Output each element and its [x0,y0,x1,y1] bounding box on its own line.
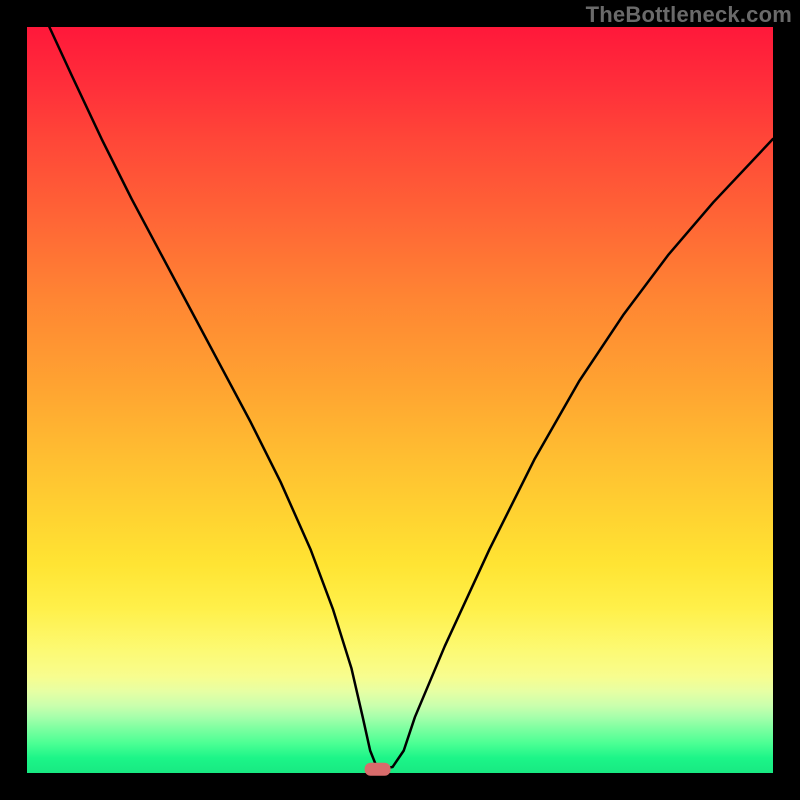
optimum-marker [365,763,391,776]
bottleneck-curve [49,27,773,769]
watermark-text: TheBottleneck.com [586,2,792,28]
plot-area [27,27,773,773]
bottleneck-curve-svg [27,27,773,773]
chart-frame: TheBottleneck.com [0,0,800,800]
